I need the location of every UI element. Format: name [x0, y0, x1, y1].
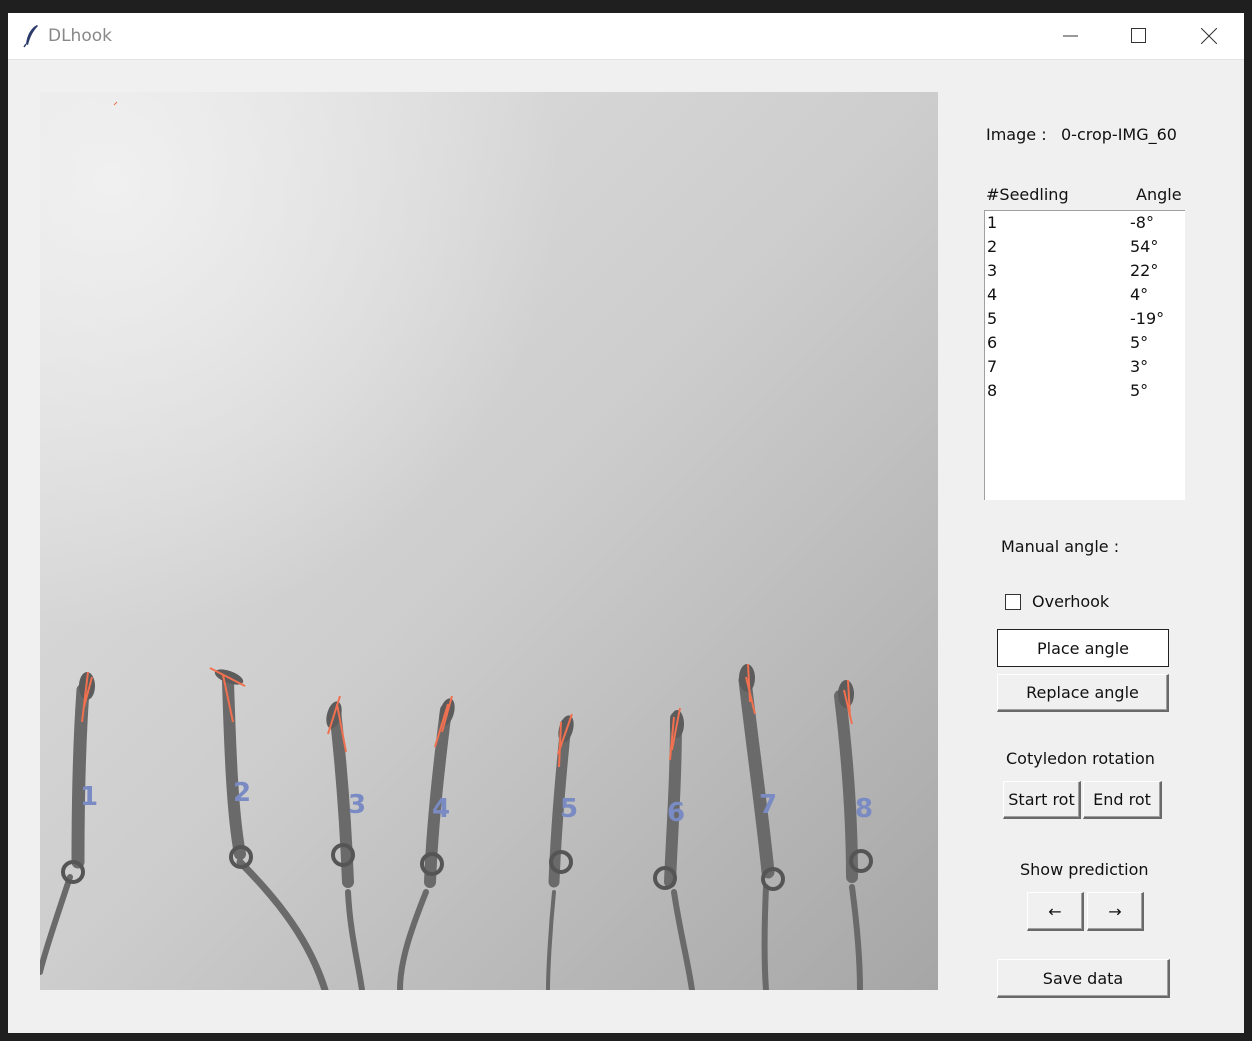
seedling-angle: 4°: [1130, 285, 1149, 304]
seedling-number-label: 5: [560, 794, 579, 824]
previous-prediction-button[interactable]: ←: [1027, 892, 1084, 931]
show-prediction-label: Show prediction: [1020, 860, 1149, 879]
seedling-column-header: #Seedling: [986, 185, 1069, 204]
list-item[interactable]: 4 4°: [987, 283, 1177, 307]
minimize-button[interactable]: [1036, 13, 1106, 59]
angle-column-header: Angle: [1136, 185, 1182, 204]
seedling-number: 6: [987, 333, 998, 352]
seedling-angle: 5°: [1130, 333, 1149, 352]
seedling-angle: 3°: [1130, 357, 1149, 376]
app-window: DLhook 1 2 3 4 5 6 7 8 Image: 0-crop-IM…: [8, 13, 1244, 1033]
overhook-label: Overhook: [1032, 592, 1110, 611]
seedling-number: 3: [987, 261, 998, 280]
list-item[interactable]: 7 3°: [987, 355, 1177, 379]
list-item[interactable]: 1 -8°: [987, 211, 1177, 235]
feather-icon: [22, 24, 42, 48]
seedling-number: 8: [987, 381, 998, 400]
seedling-angle: 54°: [1130, 237, 1159, 256]
seedling-number-label: 6: [667, 798, 686, 828]
manual-angle-label: Manual angle :: [1001, 537, 1120, 556]
list-item[interactable]: 3 22°: [987, 259, 1177, 283]
seedling-angle-list[interactable]: 1 -8° 2 54° 3 22° 4 4° 5 -19° 6 5° 7 3° 8 5°: [984, 210, 1185, 500]
seedling-number: 7: [987, 357, 998, 376]
list-item[interactable]: 6 5°: [987, 331, 1177, 355]
seedling-number: 2: [987, 237, 998, 256]
list-item[interactable]: 8 5°: [987, 379, 1177, 403]
list-item[interactable]: 2 54°: [987, 235, 1177, 259]
minimize-icon: [1063, 35, 1078, 37]
seedling-number-label: 2: [233, 778, 252, 808]
save-data-button[interactable]: Save data: [997, 959, 1170, 998]
start-rot-button[interactable]: Start rot: [1003, 781, 1081, 819]
close-icon: [1201, 28, 1217, 44]
list-item[interactable]: 5 -19°: [987, 307, 1177, 331]
seedling-number: 1: [987, 213, 998, 232]
overhook-checkbox[interactable]: [1005, 594, 1021, 610]
seedling-angle: 22°: [1130, 261, 1159, 280]
next-prediction-button[interactable]: →: [1087, 892, 1144, 931]
seedling-number: 4: [987, 285, 998, 304]
window-title: DLhook: [48, 26, 112, 46]
seedling-number-label: 7: [759, 790, 778, 820]
place-angle-button[interactable]: Place angle: [997, 629, 1169, 667]
seedling-number-label: 3: [348, 790, 367, 820]
seedling-image-canvas[interactable]: 1 2 3 4 5 6 7 8: [40, 92, 938, 990]
seedling-number-label: 1: [80, 782, 99, 812]
close-button[interactable]: [1174, 13, 1244, 59]
seedling-angle: -19°: [1130, 309, 1165, 328]
end-rot-button[interactable]: End rot: [1083, 781, 1162, 819]
maximize-button[interactable]: [1104, 13, 1174, 59]
seedling-number-label: 4: [432, 794, 451, 824]
image-filename: 0-crop-IMG_60: [1061, 125, 1177, 144]
seedling-angle: 5°: [1130, 381, 1149, 400]
title-bar[interactable]: DLhook: [8, 13, 1244, 60]
seedling-number-label: 8: [855, 794, 874, 824]
seedling-number: 5: [987, 309, 998, 328]
cotyledon-rotation-label: Cotyledon rotation: [1006, 749, 1155, 768]
replace-angle-button[interactable]: Replace angle: [997, 674, 1169, 712]
image-label: Image :: [986, 125, 1047, 144]
maximize-icon: [1131, 28, 1146, 43]
seedling-angle: -8°: [1130, 213, 1154, 232]
